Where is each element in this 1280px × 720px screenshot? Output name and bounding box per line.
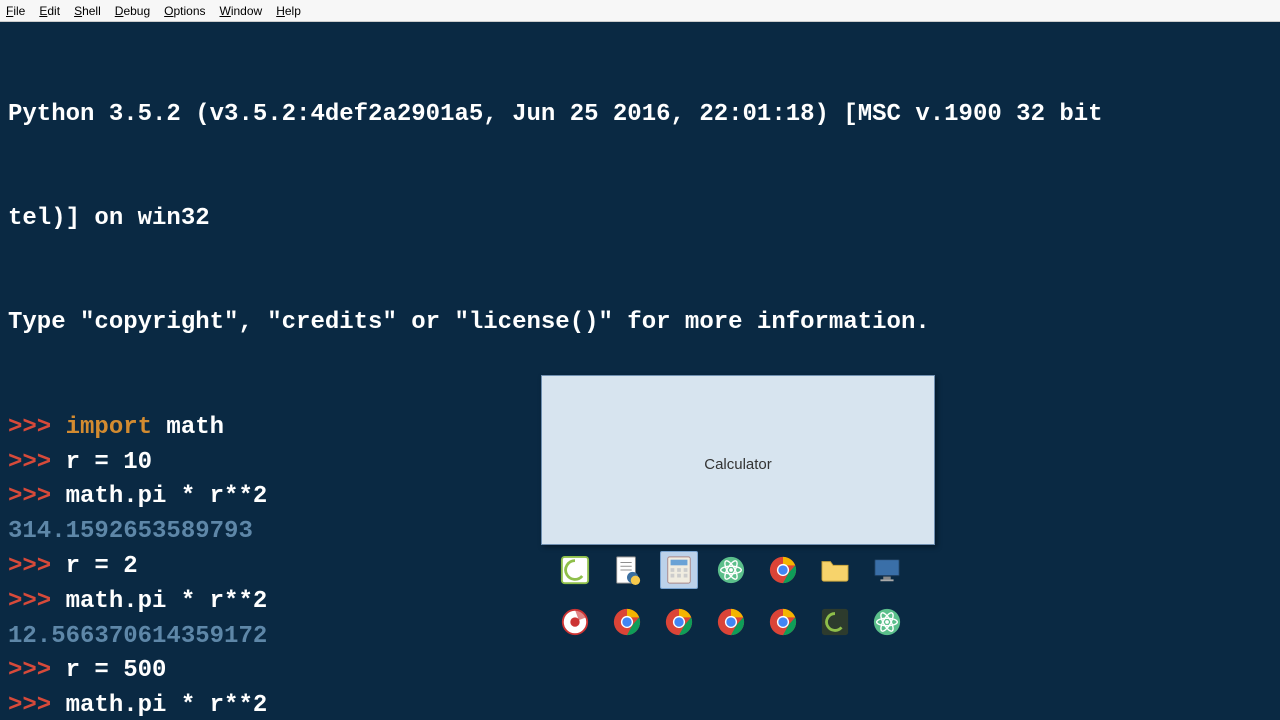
popup-title: Calculator: [542, 446, 934, 482]
prompt-marker: >>>: [8, 692, 66, 719]
keyword: import: [66, 414, 152, 441]
calculator-icon[interactable]: [660, 551, 698, 589]
camtasia-dark-icon[interactable]: [816, 603, 854, 641]
shell-banner-line2: tel)] on win32: [8, 202, 1272, 237]
menu-debug[interactable]: Debug: [115, 4, 150, 18]
python-file-icon[interactable]: [608, 551, 646, 589]
menu-file[interactable]: File: [6, 4, 25, 18]
shell-banner-line1: Python 3.5.2 (v3.5.2:4def2a2901a5, Jun 2…: [8, 98, 1272, 133]
chrome-icon[interactable]: [764, 551, 802, 589]
camtasia-icon[interactable]: [556, 551, 594, 589]
atom-teal-icon[interactable]: [868, 603, 906, 641]
prompt-marker: >>>: [8, 483, 66, 510]
prompt-marker: >>>: [8, 553, 66, 580]
chrome-icon[interactable]: [660, 603, 698, 641]
chrome-icon[interactable]: [712, 603, 750, 641]
menu-options[interactable]: Options: [164, 4, 205, 18]
prompt-marker: >>>: [8, 657, 66, 684]
code-text: r = 2: [66, 553, 138, 580]
code-text: r = 500: [66, 657, 167, 684]
code-text: math.pi * r**2: [66, 588, 268, 615]
menu-edit[interactable]: Edit: [39, 4, 60, 18]
alt-tab-switcher: Calculator: [541, 375, 935, 545]
code-text: math.pi * r**2: [66, 692, 268, 719]
studio-red-icon[interactable]: [556, 603, 594, 641]
chrome-icon[interactable]: [764, 603, 802, 641]
monitor-icon[interactable]: [868, 551, 906, 589]
chrome-icon[interactable]: [608, 603, 646, 641]
code-text: math: [152, 414, 224, 441]
popup-grid: [542, 551, 934, 653]
python-shell[interactable]: Python 3.5.2 (v3.5.2:4def2a2901a5, Jun 2…: [0, 22, 1280, 720]
prompt-marker: >>>: [8, 414, 66, 441]
menu-help[interactable]: Help: [276, 4, 301, 18]
shell-banner-line3: Type "copyright", "credits" or "license(…: [8, 306, 1272, 341]
menu-window[interactable]: Window: [220, 4, 263, 18]
atom-green-icon[interactable]: [712, 551, 750, 589]
menu-shell[interactable]: Shell: [74, 4, 101, 18]
code-text: r = 10: [66, 449, 152, 476]
code-text: math.pi * r**2: [66, 483, 268, 510]
prompt-marker: >>>: [8, 588, 66, 615]
menubar: File Edit Shell Debug Options Window Hel…: [0, 0, 1280, 22]
folder-icon[interactable]: [816, 551, 854, 589]
prompt-marker: >>>: [8, 449, 66, 476]
